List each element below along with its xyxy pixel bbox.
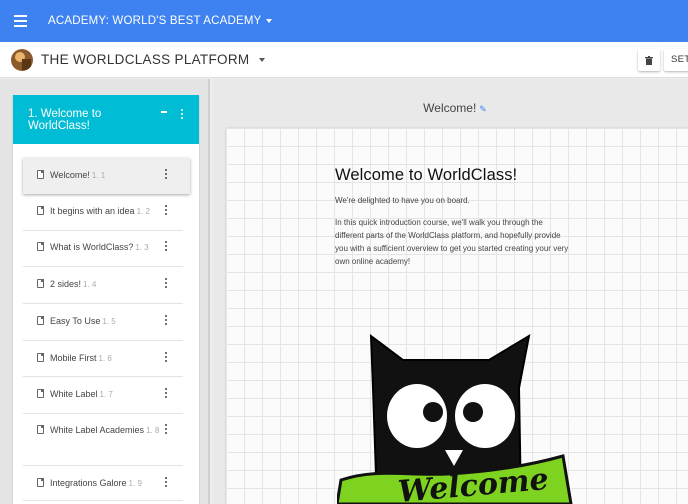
document-icon: [37, 279, 44, 288]
academy-label: ACADEMY: WORLD'S BEST ACADEMY: [48, 15, 262, 27]
lesson-item[interactable]: White Label Academies 1. 8: [23, 414, 183, 466]
document-icon: [37, 170, 44, 179]
lesson-item[interactable]: White Label 1. 7: [23, 377, 183, 414]
lesson-label: White Label Academies 1. 8: [50, 425, 160, 435]
lesson-label: Integrations Galore 1. 9: [50, 478, 142, 488]
lesson-item[interactable]: Welcome! 1. 1: [23, 158, 190, 194]
document-icon: [37, 353, 44, 362]
lesson-label: White Label 1. 7: [50, 389, 113, 399]
document-icon: [37, 206, 44, 215]
lesson-item[interactable]: 2 sides! 1. 4: [23, 267, 183, 304]
document-icon: [37, 425, 44, 434]
lesson-more-icon[interactable]: [165, 169, 168, 179]
lesson-more-icon[interactable]: [165, 205, 168, 215]
lesson-more-icon[interactable]: [165, 352, 168, 362]
platform-title[interactable]: THE WORLDCLASS PLATFORM: [41, 52, 249, 67]
lesson-intro-text: We're delighted to have you on board.: [335, 196, 470, 205]
lesson-label: What is WorldClass? 1. 3: [50, 242, 149, 252]
lesson-item[interactable]: Mobile First 1. 6: [23, 341, 183, 377]
lesson-more-icon[interactable]: [165, 477, 168, 487]
lesson-label: It begins with an idea 1. 2: [50, 206, 150, 216]
chapter-title: 1. Welcome to WorldClass!: [28, 108, 102, 132]
document-icon: [37, 242, 44, 251]
caret-down-icon: [265, 19, 272, 23]
lesson-more-icon[interactable]: [165, 388, 168, 398]
academy-selector[interactable]: ACADEMY: WORLD'S BEST ACADEMY: [48, 15, 272, 27]
lesson-label: 2 sides! 1. 4: [50, 279, 97, 289]
welcome-owl-illustration: Welcome: [337, 333, 573, 504]
lesson-label: Mobile First 1. 6: [50, 353, 112, 363]
lesson-heading: Welcome to WorldClass!: [335, 166, 518, 184]
hamburger-menu-icon[interactable]: [0, 0, 38, 42]
lesson-header: Welcome! ✎: [212, 101, 688, 115]
platform-bar: THE WORLDCLASS PLATFORM SET: [0, 42, 688, 78]
trash-icon: [645, 55, 653, 65]
lesson-label: Welcome! 1. 1: [50, 170, 106, 180]
chapter-more-icon[interactable]: [181, 109, 184, 119]
chapter-header[interactable]: 1. Welcome to WorldClass!: [13, 95, 199, 144]
lesson-content: Welcome to WorldClass! We're delighted t…: [335, 166, 585, 268]
lesson-header-title: Welcome!: [423, 101, 477, 115]
document-icon: [37, 389, 44, 398]
document-icon: [37, 478, 44, 487]
platform-logo: [11, 48, 33, 71]
delete-button[interactable]: [638, 49, 660, 71]
lesson-item[interactable]: Integrations Galore 1. 9: [23, 466, 183, 501]
lesson-more-icon[interactable]: [165, 424, 168, 434]
settings-button[interactable]: SET: [664, 49, 688, 71]
lesson-more-icon[interactable]: [165, 278, 168, 288]
course-outline-panel: 1. Welcome to WorldClass! Welcome! 1. 1 I…: [13, 95, 199, 504]
collapse-icon[interactable]: [161, 107, 169, 117]
lesson-item[interactable]: It begins with an idea 1. 2: [23, 194, 183, 231]
lesson-label: Easy To Use 1. 5: [50, 316, 116, 326]
lesson-more-icon[interactable]: [165, 241, 168, 251]
document-icon: [37, 316, 44, 325]
lesson-body-text: In this quick introduction course, we'll…: [335, 218, 569, 266]
lesson-item[interactable]: Easy To Use 1. 5: [23, 304, 183, 341]
top-app-bar: ACADEMY: WORLD'S BEST ACADEMY: [0, 0, 688, 42]
lesson-item[interactable]: What is WorldClass? 1. 3: [23, 231, 183, 267]
lesson-more-icon[interactable]: [165, 315, 168, 325]
edit-icon[interactable]: ✎: [479, 104, 487, 115]
platform-caret-down-icon[interactable]: [259, 57, 266, 62]
